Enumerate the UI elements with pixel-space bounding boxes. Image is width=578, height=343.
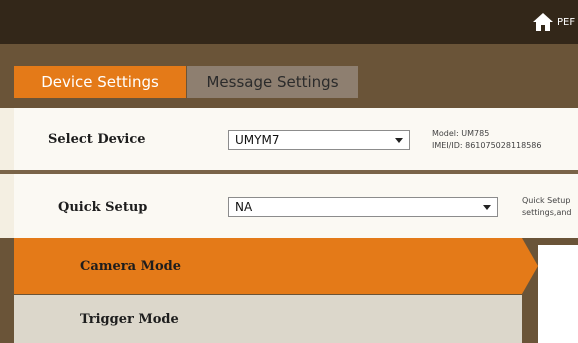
home-icon bbox=[533, 13, 553, 31]
select-device-label: Select Device bbox=[48, 132, 146, 147]
quick-setup-value: NA bbox=[235, 200, 253, 214]
tab-message-settings[interactable]: Message Settings bbox=[187, 66, 358, 98]
top-bar: PEF bbox=[0, 0, 578, 44]
select-device-value: UMYM7 bbox=[235, 133, 280, 147]
device-imei: IMEI/ID: 861075028118586 bbox=[432, 141, 542, 150]
home-label: PEF bbox=[557, 16, 576, 28]
mode-list: Camera Mode Trigger Mode bbox=[14, 238, 578, 343]
chevron-down-icon bbox=[395, 138, 403, 143]
left-edge bbox=[0, 238, 14, 343]
select-device-row: Select Device UMYM7 Model: UM785 IMEI/ID… bbox=[14, 108, 578, 170]
quick-setup-label: Quick Setup bbox=[58, 200, 148, 215]
quick-setup-row: Quick Setup NA Quick Setup settings,and bbox=[14, 174, 578, 238]
quick-setup-info-line2: settings,and bbox=[522, 208, 572, 217]
tab-device-settings[interactable]: Device Settings bbox=[14, 66, 186, 98]
chevron-down-icon bbox=[483, 205, 491, 210]
mode-trigger[interactable]: Trigger Mode bbox=[14, 295, 522, 343]
device-info: Model: UM785 IMEI/ID: 861075028118586 bbox=[432, 128, 541, 152]
mode-content-panel bbox=[538, 245, 578, 343]
device-model: Model: UM785 bbox=[432, 129, 490, 138]
quick-setup-info: Quick Setup settings,and bbox=[522, 195, 572, 219]
mode-camera[interactable]: Camera Mode bbox=[14, 238, 538, 294]
quick-setup-dropdown[interactable]: NA bbox=[228, 197, 498, 217]
home-link[interactable]: PEF bbox=[532, 9, 575, 35]
quick-setup-info-line1: Quick Setup bbox=[522, 196, 571, 205]
select-device-dropdown[interactable]: UMYM7 bbox=[228, 130, 410, 150]
